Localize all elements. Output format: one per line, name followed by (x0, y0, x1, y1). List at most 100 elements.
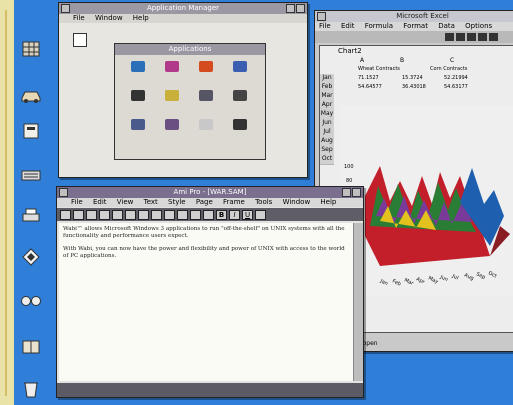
app-icon (165, 90, 179, 101)
data-cell[interactable]: 71.1527 (358, 75, 379, 81)
app-item[interactable] (121, 61, 155, 83)
app-item[interactable] (223, 119, 257, 141)
excel-toolbar (315, 31, 513, 43)
files-icon[interactable] (20, 122, 42, 140)
data-cell[interactable]: 36.43018 (402, 84, 426, 90)
printer-icon[interactable] (20, 207, 42, 225)
spell-icon[interactable] (255, 209, 266, 220)
diamond-icon[interactable] (20, 248, 42, 266)
menu-window[interactable]: Window (283, 198, 311, 206)
applications-title: Applications (168, 45, 212, 53)
application-manager-window[interactable]: Application Manager File Window Help App… (58, 2, 308, 178)
ami-pro-window[interactable]: Ami Pro - [WAR.SAM] File Edit View Text … (56, 186, 364, 398)
vertical-scrollbar[interactable] (353, 223, 363, 381)
bold-button[interactable] (445, 33, 454, 41)
chart-icon[interactable] (203, 209, 214, 220)
frame-icon[interactable] (177, 209, 188, 220)
menu-help[interactable]: Help (133, 14, 149, 22)
menu-format[interactable]: Format (403, 22, 428, 30)
app-icon (199, 119, 213, 130)
app-item[interactable] (155, 90, 189, 112)
3d-area-chart[interactable]: 100 80 60 40 20 0 Jan Feb Mar Apr May Ju… (340, 106, 513, 296)
menu-edit[interactable]: Edit (93, 198, 107, 206)
table-icon[interactable] (190, 209, 201, 220)
menu-window[interactable]: Window (95, 14, 123, 22)
glasses-icon[interactable] (20, 292, 42, 310)
app-icon (131, 119, 145, 130)
copy-icon[interactable] (125, 209, 136, 220)
excel-titlebar[interactable]: Microsoft Excel (315, 11, 513, 22)
menu-page[interactable]: Page (196, 198, 213, 206)
data-cell[interactable]: 15.3724 (402, 75, 423, 81)
app-icon (233, 90, 247, 101)
row-header[interactable]: Oct (320, 155, 334, 165)
system-menu-button[interactable] (61, 4, 70, 13)
system-menu-button[interactable] (317, 12, 326, 21)
menu-file[interactable]: File (71, 198, 83, 206)
menu-options[interactable]: Options (465, 22, 492, 30)
maximize-button[interactable] (296, 4, 305, 13)
menu-data[interactable]: Data (438, 22, 455, 30)
menu-style[interactable]: Style (168, 198, 186, 206)
ami-pro-title: Ami Pro - [WAR.SAM] (173, 188, 247, 196)
app-manager-titlebar[interactable]: Application Manager (59, 3, 307, 14)
header-cell[interactable]: Corn Contracts (430, 66, 467, 72)
excel-menubar: File Edit Formula Format Data Options (315, 22, 513, 31)
app-manager-menubar: File Window Help (59, 14, 307, 23)
data-cell[interactable]: 54.63177 (444, 84, 468, 90)
app-item[interactable] (189, 90, 223, 112)
cut-icon[interactable] (112, 209, 123, 220)
app-item[interactable] (189, 119, 223, 141)
applications-titlebar[interactable]: Applications (115, 44, 265, 55)
car-icon[interactable] (20, 86, 42, 104)
grid-icon[interactable] (20, 40, 42, 58)
minimize-button[interactable] (286, 4, 295, 13)
align-right-button[interactable] (489, 33, 498, 41)
app-item[interactable] (223, 90, 257, 112)
paste-icon[interactable] (138, 209, 149, 220)
underline-icon[interactable]: U (242, 209, 253, 220)
header-cell[interactable]: Wheat Contracts (358, 66, 400, 72)
menu-formula[interactable]: Formula (365, 22, 393, 30)
data-cell[interactable]: 52.21994 (444, 75, 468, 81)
applications-grid (121, 61, 259, 141)
menu-text[interactable]: Text (144, 198, 158, 206)
app-item[interactable] (121, 119, 155, 141)
minimize-button[interactable] (342, 188, 351, 197)
menu-file[interactable]: File (319, 22, 331, 30)
app-item[interactable] (189, 61, 223, 83)
align-center-button[interactable] (478, 33, 487, 41)
app-item[interactable] (155, 119, 189, 141)
applications-group-window[interactable]: Applications (114, 43, 266, 160)
zoom-icon[interactable] (164, 209, 175, 220)
doc-paragraph: With Wabi, you can now have the power an… (63, 246, 345, 259)
keyboard-icon[interactable] (20, 166, 42, 184)
menu-file[interactable]: File (73, 14, 85, 22)
menu-help[interactable]: Help (320, 198, 336, 206)
data-cell[interactable]: 54.64577 (358, 84, 382, 90)
open-icon[interactable] (73, 209, 84, 220)
undo-icon[interactable] (151, 209, 162, 220)
ami-pro-titlebar[interactable]: Ami Pro - [WAR.SAM] (57, 187, 363, 198)
menu-edit[interactable]: Edit (341, 22, 355, 30)
italic-button[interactable] (456, 33, 465, 41)
system-menu-button[interactable] (59, 188, 68, 197)
new-doc-icon[interactable] (60, 209, 71, 220)
print-icon[interactable] (99, 209, 110, 220)
menu-view[interactable]: View (117, 198, 134, 206)
italic-icon[interactable]: I (229, 209, 240, 220)
menu-tools[interactable]: Tools (255, 198, 272, 206)
ami-pro-statusbar (57, 383, 363, 397)
menu-frame[interactable]: Frame (223, 198, 245, 206)
bold-icon[interactable]: B (216, 209, 227, 220)
book-icon[interactable] (20, 338, 42, 356)
app-item[interactable] (155, 61, 189, 83)
trash-icon[interactable] (20, 380, 42, 398)
app-item[interactable] (121, 90, 155, 112)
app-item[interactable] (223, 61, 257, 83)
document-area[interactable]: Wabi™ allows Microsoft Windows 3 applica… (59, 223, 353, 381)
restore-icon[interactable] (73, 33, 87, 47)
save-icon[interactable] (86, 209, 97, 220)
align-left-button[interactable] (467, 33, 476, 41)
maximize-button[interactable] (352, 188, 361, 197)
